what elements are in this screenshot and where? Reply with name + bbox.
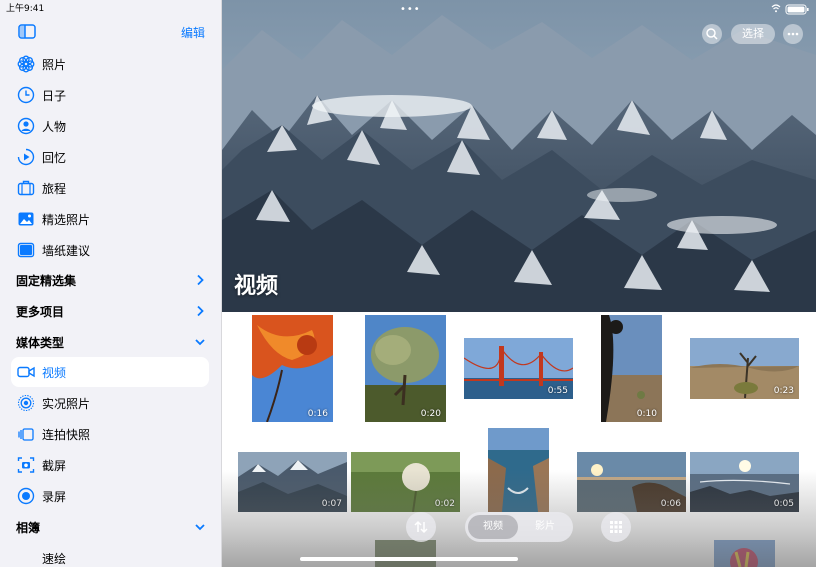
view-segmented-control: 视频 影片 bbox=[465, 512, 573, 542]
joshua-tree-image bbox=[601, 315, 662, 422]
section-title: 相簿 bbox=[16, 521, 41, 535]
sidebar-item-label: 墙纸建议 bbox=[42, 244, 91, 258]
live-photo-icon bbox=[17, 394, 35, 412]
video-duration: 0:10 bbox=[636, 409, 657, 419]
section-title: 更多项目 bbox=[16, 305, 65, 319]
sidebar-item-trips[interactable]: 旅程 bbox=[11, 173, 209, 203]
sidebar-item-label: 旅程 bbox=[42, 182, 67, 196]
video-duration: 0:55 bbox=[547, 386, 568, 396]
clock-icon bbox=[17, 86, 35, 104]
video-thumbnail[interactable]: 0:06 bbox=[577, 452, 686, 512]
sort-button[interactable] bbox=[406, 512, 436, 542]
sidebar-item-burst[interactable]: 连拍快照 bbox=[11, 419, 209, 449]
tree-image bbox=[365, 315, 446, 422]
page-title: 视频 bbox=[234, 274, 279, 299]
screen-record-icon bbox=[17, 487, 35, 505]
video-thumbnail[interactable]: 0:05 bbox=[690, 452, 799, 512]
sidebar-item-label: 速绘 bbox=[42, 552, 67, 566]
video-thumbnail[interactable]: 0:07 bbox=[238, 452, 347, 512]
multitask-dots[interactable]: ••• bbox=[400, 4, 421, 15]
screenshot-icon bbox=[17, 457, 35, 473]
video-icon bbox=[17, 366, 35, 378]
select-button[interactable]: 选择 bbox=[731, 24, 775, 44]
video-duration: 0:02 bbox=[434, 499, 455, 509]
section-albums[interactable]: 相簿 bbox=[0, 515, 221, 539]
sidebar-item-label: 照片 bbox=[42, 58, 67, 72]
grid-view-button[interactable] bbox=[601, 512, 631, 542]
video-thumbnail[interactable]: 0:20 bbox=[365, 315, 446, 422]
sidebar-item-videos[interactable]: 视频 bbox=[11, 357, 209, 387]
sidebar: 上午9:41 编辑 照片 日子 人物 回忆 旅程 精选照片 墙纸建议 固定精选集… bbox=[0, 0, 222, 567]
tab-movies[interactable]: 影片 bbox=[520, 515, 570, 539]
sidebar-item-label: 日子 bbox=[42, 89, 67, 103]
section-pinned-collections[interactable]: 固定精选集 bbox=[0, 268, 221, 292]
chevron-right-icon bbox=[197, 274, 204, 286]
video-thumbnail[interactable]: 0:16 bbox=[252, 315, 333, 422]
sea-cliff-image bbox=[488, 428, 549, 512]
grid-icon bbox=[610, 521, 622, 533]
video-duration: 0:06 bbox=[660, 499, 681, 509]
sidebar-item-label: 精选照片 bbox=[42, 213, 91, 227]
sidebar-item-live-photos[interactable]: 实况照片 bbox=[11, 388, 209, 418]
memories-play-icon bbox=[17, 148, 35, 166]
sidebar-toggle-icon[interactable] bbox=[18, 24, 36, 39]
edit-button[interactable]: 编辑 bbox=[181, 24, 205, 41]
search-button[interactable] bbox=[702, 24, 722, 44]
mountain-landscape-image bbox=[222, 0, 816, 312]
sidebar-item-days[interactable]: 日子 bbox=[11, 80, 209, 110]
sidebar-item-label: 人物 bbox=[42, 120, 67, 134]
hero-image: ••• 选择 视频 bbox=[222, 0, 816, 312]
video-duration: 0:07 bbox=[321, 499, 342, 509]
sidebar-item-label: 连拍快照 bbox=[42, 428, 91, 442]
wallpaper-icon bbox=[17, 242, 35, 258]
sidebar-item-screenshots[interactable]: 截屏 bbox=[11, 450, 209, 480]
video-thumbnail[interactable] bbox=[488, 428, 549, 512]
video-duration: 0:23 bbox=[773, 386, 794, 396]
tab-videos[interactable]: 视频 bbox=[468, 515, 518, 539]
chevron-right-icon bbox=[197, 305, 204, 317]
video-thumbnail[interactable]: 0:55 bbox=[464, 338, 573, 399]
sidebar-item-featured[interactable]: 精选照片 bbox=[11, 204, 209, 234]
video-duration: 0:16 bbox=[307, 409, 328, 419]
video-duration: 0:05 bbox=[773, 499, 794, 509]
status-wifi-battery-icon bbox=[771, 4, 809, 15]
sidebar-item-label: 截屏 bbox=[42, 459, 67, 473]
autumn-leaves-image bbox=[252, 315, 333, 422]
video-thumbnail[interactable]: 0:23 bbox=[690, 338, 799, 399]
sidebar-item-photos[interactable]: 照片 bbox=[11, 49, 209, 79]
sort-arrows-icon bbox=[414, 520, 428, 534]
photo-icon bbox=[18, 212, 34, 226]
home-indicator[interactable] bbox=[300, 557, 518, 561]
chevron-down-icon bbox=[195, 524, 205, 531]
sidebar-item-people[interactable]: 人物 bbox=[11, 111, 209, 141]
status-time: 上午9:41 bbox=[6, 4, 45, 14]
video-thumbnail[interactable]: 0:02 bbox=[351, 452, 460, 512]
more-options-button[interactable] bbox=[783, 24, 803, 44]
suitcase-icon bbox=[17, 180, 35, 196]
main-content: ••• 选择 视频 0:16 0:20 0:55 0:10 0:23 0:07 … bbox=[222, 0, 816, 567]
section-title: 媒体类型 bbox=[16, 336, 65, 350]
search-icon bbox=[706, 28, 718, 40]
flower-icon bbox=[17, 55, 35, 73]
section-title: 固定精选集 bbox=[16, 274, 77, 288]
video-thumbnail[interactable] bbox=[714, 540, 775, 567]
video-duration: 0:20 bbox=[420, 409, 441, 419]
sidebar-item-wallpaper[interactable]: 墙纸建议 bbox=[11, 235, 209, 265]
sidebar-item-sketch-album[interactable]: 速绘 bbox=[11, 543, 209, 567]
video-thumbnail[interactable]: 0:10 bbox=[601, 315, 662, 422]
sidebar-item-label: 录屏 bbox=[42, 490, 67, 504]
sidebar-item-memories[interactable]: 回忆 bbox=[11, 142, 209, 172]
chevron-down-icon bbox=[195, 339, 205, 346]
burst-icon bbox=[18, 428, 34, 441]
hot-air-balloon-image bbox=[714, 540, 775, 567]
section-media-types[interactable]: 媒体类型 bbox=[0, 330, 221, 354]
person-circle-icon bbox=[17, 117, 35, 135]
sidebar-item-label: 视频 bbox=[42, 366, 67, 380]
sidebar-item-screen-recordings[interactable]: 录屏 bbox=[11, 481, 209, 511]
sidebar-item-label: 回忆 bbox=[42, 151, 67, 165]
video-thumbnail[interactable] bbox=[375, 540, 436, 567]
sidebar-item-label: 实况照片 bbox=[42, 397, 91, 411]
ellipsis-icon bbox=[787, 32, 799, 36]
section-more-items[interactable]: 更多项目 bbox=[0, 299, 221, 323]
